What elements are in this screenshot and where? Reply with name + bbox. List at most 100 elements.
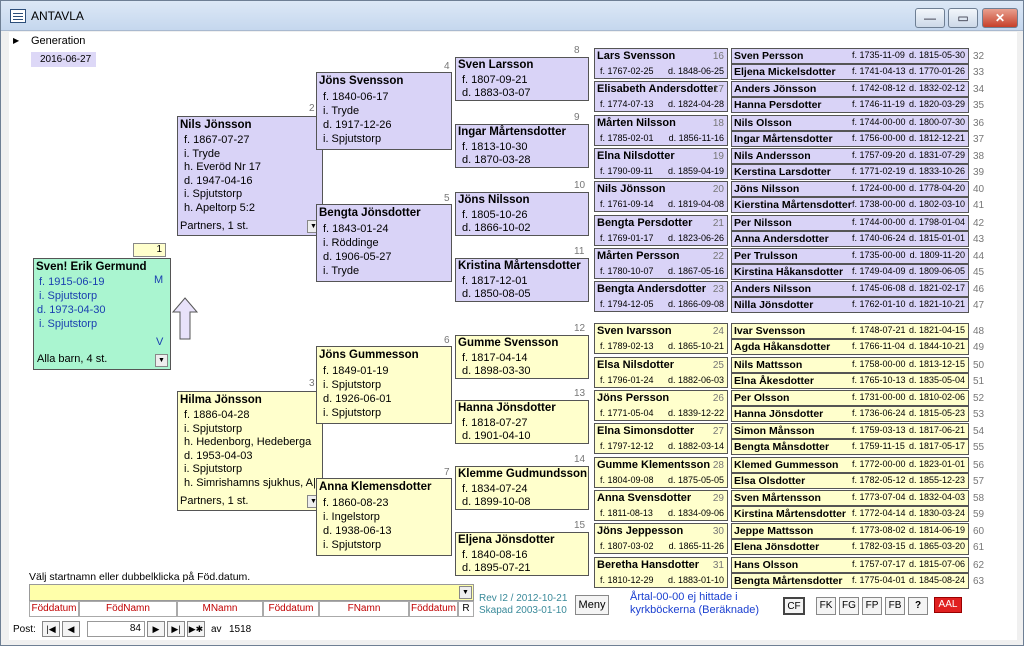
person-card[interactable]: Kerstina Larsdotter f. 1771-02-19 d. 1833-…: [731, 163, 969, 180]
person-card[interactable]: Sven Larsson f. 1807-09-21 d. 1883-03-07: [455, 57, 589, 101]
person-card[interactable]: Anna Klemensdotter f. 1860-08-23 i. Ingels…: [316, 478, 452, 556]
person-card[interactable]: Eljena Mickelsdotter f. 1741-04-13 d. 1770…: [731, 64, 969, 80]
new-record-button[interactable]: ▶✱: [187, 621, 205, 637]
person-card[interactable]: Nils Mattsson f. 1758-00-00 d. 1813-12-15: [731, 356, 969, 373]
help-button[interactable]: ?: [908, 597, 928, 615]
person-card[interactable]: Per Trulsson f. 1735-00-00 d. 1809-11-20: [731, 247, 969, 264]
person-card[interactable]: Elsa Nilsdotter 25 f. 1796-01-24 d. 1882-06…: [594, 356, 728, 388]
person-card[interactable]: Bengta Jönsdotter f. 1843-01-24 i. Rödding…: [316, 204, 452, 282]
person-card[interactable]: Bengta Andersdotter 23 f. 1794-12-05 d. 186…: [594, 281, 728, 313]
person-card[interactable]: Bengta Mårtensdotter f. 1775-04-01 d. 1845…: [731, 572, 969, 589]
person-card[interactable]: Anna Svensdotter 29 f. 1811-08-13 d. 1834-0…: [594, 489, 728, 521]
person-card[interactable]: Jöns Nilsson f. 1805-10-26 d. 1866-10-02: [455, 192, 589, 236]
person-card[interactable]: Nils Andersson f. 1757-09-20 d. 1831-07-29: [731, 147, 969, 164]
header-fodnamn[interactable]: FödNamn: [79, 601, 177, 617]
person-card[interactable]: Anders Nilsson f. 1745-06-08 d. 1821-02-17: [731, 281, 969, 298]
person-card[interactable]: Sven Persson f. 1735-11-09 d. 1815-05-30: [731, 48, 969, 64]
person-card[interactable]: Ingar Mårtensdotter f. 1756-00-00 d. 1812-…: [731, 130, 969, 147]
root-person-card[interactable]: Sven! Erik Germund f. 1915-06-19 i. Spju…: [33, 258, 171, 370]
maximize-button[interactable]: ▭: [948, 8, 978, 28]
person-card[interactable]: Mårten Nilsson 18 f. 1785-02-01 d. 1856-11-…: [594, 114, 728, 146]
person-card[interactable]: Hanna Jönsdotter f. 1736-06-24 d. 1815-05-…: [731, 406, 969, 422]
person-card[interactable]: Elsa Olsdotter f. 1782-05-12 d. 1855-12-23: [731, 472, 969, 489]
person-card[interactable]: Elena Jönsdotter f. 1782-03-15 d. 1865-03-…: [731, 539, 969, 556]
person-card[interactable]: Jöns Jeppesson 30 f. 1807-03-02 d. 1865-11-…: [594, 523, 728, 555]
person-card[interactable]: Elna Åkesdotter f. 1765-10-13 d. 1835-05-0…: [731, 372, 969, 389]
person-card[interactable]: Anna Andersdotter f. 1740-06-24 d. 1815-01…: [731, 230, 969, 247]
person-card[interactable]: Jöns Svensson f. 1840-06-17 i. Tryde d. 191…: [316, 72, 452, 150]
person-card[interactable]: Ivar Svensson f. 1748-07-21 d. 1821-04-15: [731, 323, 969, 340]
person-card[interactable]: Sven Mårtensson f. 1773-07-04 d. 1832-04-0…: [731, 489, 969, 506]
person-card[interactable]: Agda Håkansdotter f. 1766-11-04 d. 1844-10…: [731, 339, 969, 356]
person-card[interactable]: Elna Nilsdotter 19 f. 1790-09-11 d. 1859-04…: [594, 147, 728, 179]
person-card[interactable]: Beretha Hansdotter 31 f. 1810-12-29 d. 1883…: [594, 556, 728, 588]
header-foddatum-2[interactable]: Föddatum: [263, 601, 319, 617]
person-born: f. 1790-09-11: [600, 165, 653, 176]
person-card[interactable]: Per Nilsson f. 1744-00-00 d. 1798-01-04: [731, 214, 969, 231]
person-card[interactable]: Bengta Persdotter 21 f. 1769-01-17 d. 1823-…: [594, 214, 728, 246]
person-name: Elna Simonsdotter: [597, 425, 695, 438]
header-foddatum-1[interactable]: Föddatum: [29, 601, 79, 617]
person-card[interactable]: Hanna Persdotter f. 1746-11-19 d. 1820-03-…: [731, 97, 969, 114]
person-card[interactable]: Simon Månsson f. 1759-03-13 d. 1817-06-21: [731, 423, 969, 440]
dropdown-icon[interactable]: ▼: [155, 354, 168, 367]
start-name-combobox[interactable]: ▼: [29, 584, 474, 601]
person-card[interactable]: Hilma Jönsson f. 1886-04-28 i. Spjutstorp h…: [177, 391, 323, 511]
person-card[interactable]: Lars Svensson 16 f. 1767-02-25 d. 1848-06-2…: [594, 48, 728, 79]
person-card[interactable]: Ingar Mårtensdotter f. 1813-10-30 d. 1870-…: [455, 124, 589, 168]
person-card[interactable]: Jöns Gummesson f. 1849-01-19 i. Spjutstorp…: [316, 346, 452, 424]
minimize-button[interactable]: —: [915, 8, 945, 28]
root-deathplace: i. Spjutstorp: [39, 318, 98, 330]
person-card[interactable]: Sven Ivarsson 24 f. 1789-02-13 d. 1865-10-2…: [594, 323, 728, 355]
combobox-dropdown-icon[interactable]: ▼: [459, 586, 472, 599]
first-record-button[interactable]: |◀: [42, 621, 60, 637]
person-card[interactable]: Jöns Nilsson f. 1724-00-00 d. 1778-04-20: [731, 181, 969, 198]
close-button[interactable]: ✕: [982, 8, 1018, 28]
last-record-button[interactable]: ▶|: [167, 621, 185, 637]
person-name: Per Trulsson: [734, 249, 798, 262]
cf-button[interactable]: CF: [783, 597, 805, 615]
fg-button[interactable]: FG: [839, 597, 859, 615]
person-card[interactable]: Eljena Jönsdotter f. 1840-08-16 d. 1895-07…: [455, 532, 589, 576]
person-number: 2: [309, 103, 315, 114]
person-card[interactable]: Anders Jönsson f. 1742-08-12 d. 1832-02-12: [731, 81, 969, 98]
aal-button[interactable]: AAL: [934, 597, 962, 613]
header-r[interactable]: R: [458, 601, 474, 617]
fk-button[interactable]: FK: [816, 597, 836, 615]
header-foddatum-3[interactable]: Föddatum: [409, 601, 458, 617]
fp-button[interactable]: FP: [862, 597, 882, 615]
person-card[interactable]: Nils Olsson f. 1744-00-00 d. 1800-07-30: [731, 114, 969, 131]
expand-arrow-icon[interactable]: ▶: [13, 36, 19, 45]
header-mnamn[interactable]: MNamn: [177, 601, 263, 617]
person-born: f. 1766-11-04: [852, 341, 905, 352]
next-record-button[interactable]: ▶: [147, 621, 165, 637]
menu-button[interactable]: Meny: [575, 595, 609, 615]
person-card[interactable]: Elna Simonsdotter 27 f. 1797-12-12 d. 1882-…: [594, 423, 728, 455]
person-card[interactable]: Nils Jönsson 20 f. 1761-09-14 d. 1819-04-08: [594, 181, 728, 213]
person-card[interactable]: Elisabeth Andersdotter 17 f. 1774-07-13 d. …: [594, 81, 728, 113]
person-card[interactable]: Gumme Svensson f. 1817-04-14 d. 1898-03-30: [455, 335, 589, 379]
person-card[interactable]: Kierstina Mårtensdotter f. 1738-00-00 d. 1…: [731, 197, 969, 214]
person-card[interactable]: Nilla Jönsdotter f. 1762-01-10 d. 1821-10-…: [731, 297, 969, 314]
prev-record-button[interactable]: ◀: [62, 621, 80, 637]
up-arrow-icon[interactable]: [171, 296, 199, 342]
header-fnamn[interactable]: FNamn: [319, 601, 409, 617]
person-card[interactable]: Kirstina Mårtensdotter f. 1772-04-14 d. 18…: [731, 505, 969, 522]
person-card[interactable]: Mårten Persson 22 f. 1780-10-07 d. 1867-05-…: [594, 247, 728, 279]
person-card[interactable]: Nils Jönsson f. 1867-07-27 i. Tryde h. Ever…: [177, 116, 323, 236]
person-card[interactable]: Bengta Månsdotter f. 1759-11-15 d. 1817-05…: [731, 439, 969, 456]
person-name: Ingar Mårtensdotter: [458, 126, 566, 138]
person-card[interactable]: Hans Olsson f. 1757-07-17 d. 1815-07-06: [731, 556, 969, 573]
person-card[interactable]: Kristina Mårtensdotter f. 1817-12-01 d. 18…: [455, 258, 589, 302]
person-card[interactable]: Gumme Klementsson 28 f. 1804-09-08 d. 1875-…: [594, 456, 728, 488]
person-card[interactable]: Kirstina Håkansdotter f. 1749-04-09 d. 180…: [731, 263, 969, 280]
person-died: d. 1901-04-10: [462, 430, 531, 442]
person-card[interactable]: Klemme Gudmundsson f. 1834-07-24 d. 1899-1…: [455, 466, 589, 510]
person-card[interactable]: Hanna Jönsdotter f. 1818-07-27 d. 1901-04-…: [455, 400, 589, 444]
person-card[interactable]: Jeppe Mattsson f. 1773-08-02 d. 1814-06-19: [731, 523, 969, 540]
record-number-field[interactable]: 84: [87, 621, 145, 637]
fb-button[interactable]: FB: [885, 597, 905, 615]
person-card[interactable]: Per Olsson f. 1731-00-00 d. 1810-02-06: [731, 390, 969, 406]
person-card[interactable]: Jöns Persson 26 f. 1771-05-04 d. 1839-12-22: [594, 390, 728, 421]
person-card[interactable]: Klemed Gummesson f. 1772-00-00 d. 1823-01-…: [731, 456, 969, 473]
